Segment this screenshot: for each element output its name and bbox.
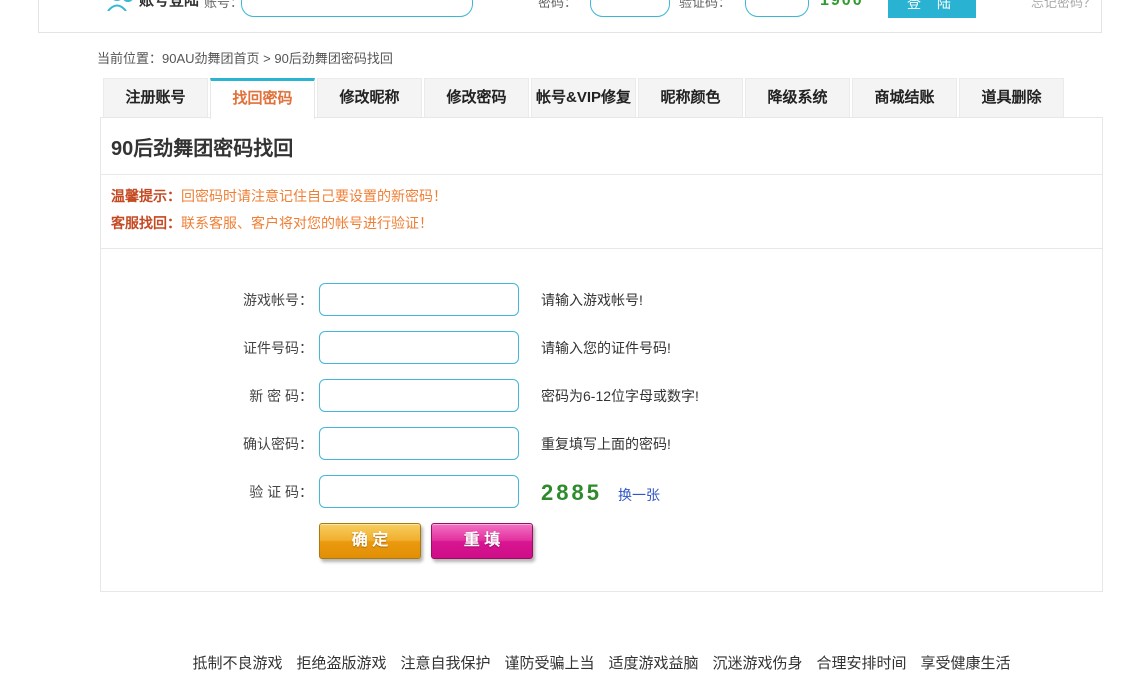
footer-link[interactable]: 谨防受骗上当 <box>504 652 594 673</box>
footer-link[interactable]: 适度游戏益脑 <box>609 652 699 673</box>
verify-code-label: 验 证 码： <box>161 482 313 502</box>
forgot-password-link[interactable]: 忘记密码？ <box>1031 0 1096 11</box>
password-input[interactable] <box>590 0 670 17</box>
submit-button[interactable]: 确 定 <box>319 523 421 559</box>
notice-text: 联系客服、客户将对您的帐号进行验证！ <box>181 215 433 231</box>
confirm-password-input[interactable] <box>319 427 519 460</box>
notice-line: 客服找回：联系客服、客户将对您的帐号进行验证！ <box>111 210 1092 237</box>
captcha-refresh-link[interactable]: 换一张 <box>618 485 660 505</box>
tab-item-delete[interactable]: 道具删除 <box>959 78 1064 117</box>
new-password-hint: 密码为6-12位字母或数字! <box>541 386 699 406</box>
login-bar: 账号登陆 账号： 密码： 验证码： 1900 登 陆 忘记密码？ <box>38 0 1102 33</box>
footer-link[interactable]: 抵制不良游戏 <box>192 652 282 673</box>
tab-account-vip-repair[interactable]: 帐号&VIP修复 <box>531 78 636 117</box>
login-button[interactable]: 登 陆 <box>888 0 976 18</box>
breadcrumb-current: 90后劲舞团密码找回 <box>274 51 392 66</box>
footer-link[interactable]: 沉迷游戏伤身 <box>713 652 803 673</box>
tab-nickname-color[interactable]: 昵称颜色 <box>638 78 743 117</box>
footer-link[interactable]: 合理安排时间 <box>817 652 907 673</box>
notice-text: 回密码时请注意记住自己要设置的新密码！ <box>181 188 447 204</box>
tab-change-nickname[interactable]: 修改昵称 <box>317 78 422 117</box>
id-number-label: 证件号码： <box>161 338 313 358</box>
page-title: 90后劲舞团密码找回 <box>101 118 1102 175</box>
account-input[interactable] <box>241 0 473 17</box>
captcha-code: 1900 <box>820 0 864 10</box>
footer-link[interactable]: 注意自我保护 <box>400 652 490 673</box>
recover-password-form: 游戏帐号： 请输入游戏帐号! 证件号码： 请输入您的证件号码! 新 密 码： 密… <box>100 244 1103 592</box>
confirm-password-hint: 重复填写上面的密码! <box>541 434 671 454</box>
notices: 温馨提示：回密码时请注意记住自己要设置的新密码！ 客服找回：联系客服、客户将对您… <box>101 175 1102 248</box>
footer-link[interactable]: 享受健康生活 <box>921 652 1011 673</box>
breadcrumb-home-link[interactable]: 90AU劲舞团首页 <box>162 51 260 66</box>
new-password-input[interactable] <box>319 379 519 412</box>
account-label: 账号： <box>204 0 243 11</box>
verify-code-input[interactable] <box>319 475 519 508</box>
tab-mall-checkout[interactable]: 商城结账 <box>852 78 957 117</box>
breadcrumb-prefix: 当前位置： <box>97 51 162 66</box>
game-account-label: 游戏帐号： <box>161 290 313 310</box>
recover-panel-header: 90后劲舞团密码找回 温馨提示：回密码时请注意记住自己要设置的新密码！ 客服找回… <box>100 117 1103 249</box>
game-account-input[interactable] <box>319 283 519 316</box>
breadcrumb-separator: > <box>260 51 275 66</box>
user-icon <box>107 0 137 16</box>
tab-bar: 注册账号 找回密码 修改昵称 修改密码 帐号&VIP修复 昵称颜色 降级系统 商… <box>103 78 1064 119</box>
new-password-label: 新 密 码： <box>161 386 313 406</box>
notice-line: 温馨提示：回密码时请注意记住自己要设置的新密码！ <box>111 183 1092 210</box>
password-label: 密码： <box>538 0 577 11</box>
tab-change-password[interactable]: 修改密码 <box>424 78 529 117</box>
game-account-hint: 请输入游戏帐号! <box>541 290 643 310</box>
page: 账号登陆 账号： 密码： 验证码： 1900 登 陆 忘记密码？ 当前位置：90… <box>0 0 1148 682</box>
tab-register-account[interactable]: 注册账号 <box>103 78 208 117</box>
captcha-value: 2885 <box>541 480 602 506</box>
footer-link[interactable]: 拒绝盗版游戏 <box>296 652 386 673</box>
tab-recover-password[interactable]: 找回密码 <box>210 78 315 119</box>
id-number-hint: 请输入您的证件号码! <box>541 338 671 358</box>
captcha-input[interactable] <box>745 0 809 17</box>
notice-prefix: 温馨提示： <box>111 188 181 204</box>
tab-downgrade-system[interactable]: 降级系统 <box>745 78 850 117</box>
id-number-input[interactable] <box>319 331 519 364</box>
confirm-password-label: 确认密码： <box>161 434 313 454</box>
login-bar-title: 账号登陆 <box>139 0 199 10</box>
breadcrumb: 当前位置：90AU劲舞团首页 > 90后劲舞团密码找回 <box>97 48 393 67</box>
captcha-label: 验证码： <box>679 0 731 11</box>
notice-prefix: 客服找回： <box>111 215 181 231</box>
footer: 抵制不良游戏拒绝盗版游戏注意自我保护谨防受骗上当适度游戏益脑沉迷游戏伤身合理安排… <box>100 652 1103 673</box>
reset-button[interactable]: 重 填 <box>431 523 533 559</box>
